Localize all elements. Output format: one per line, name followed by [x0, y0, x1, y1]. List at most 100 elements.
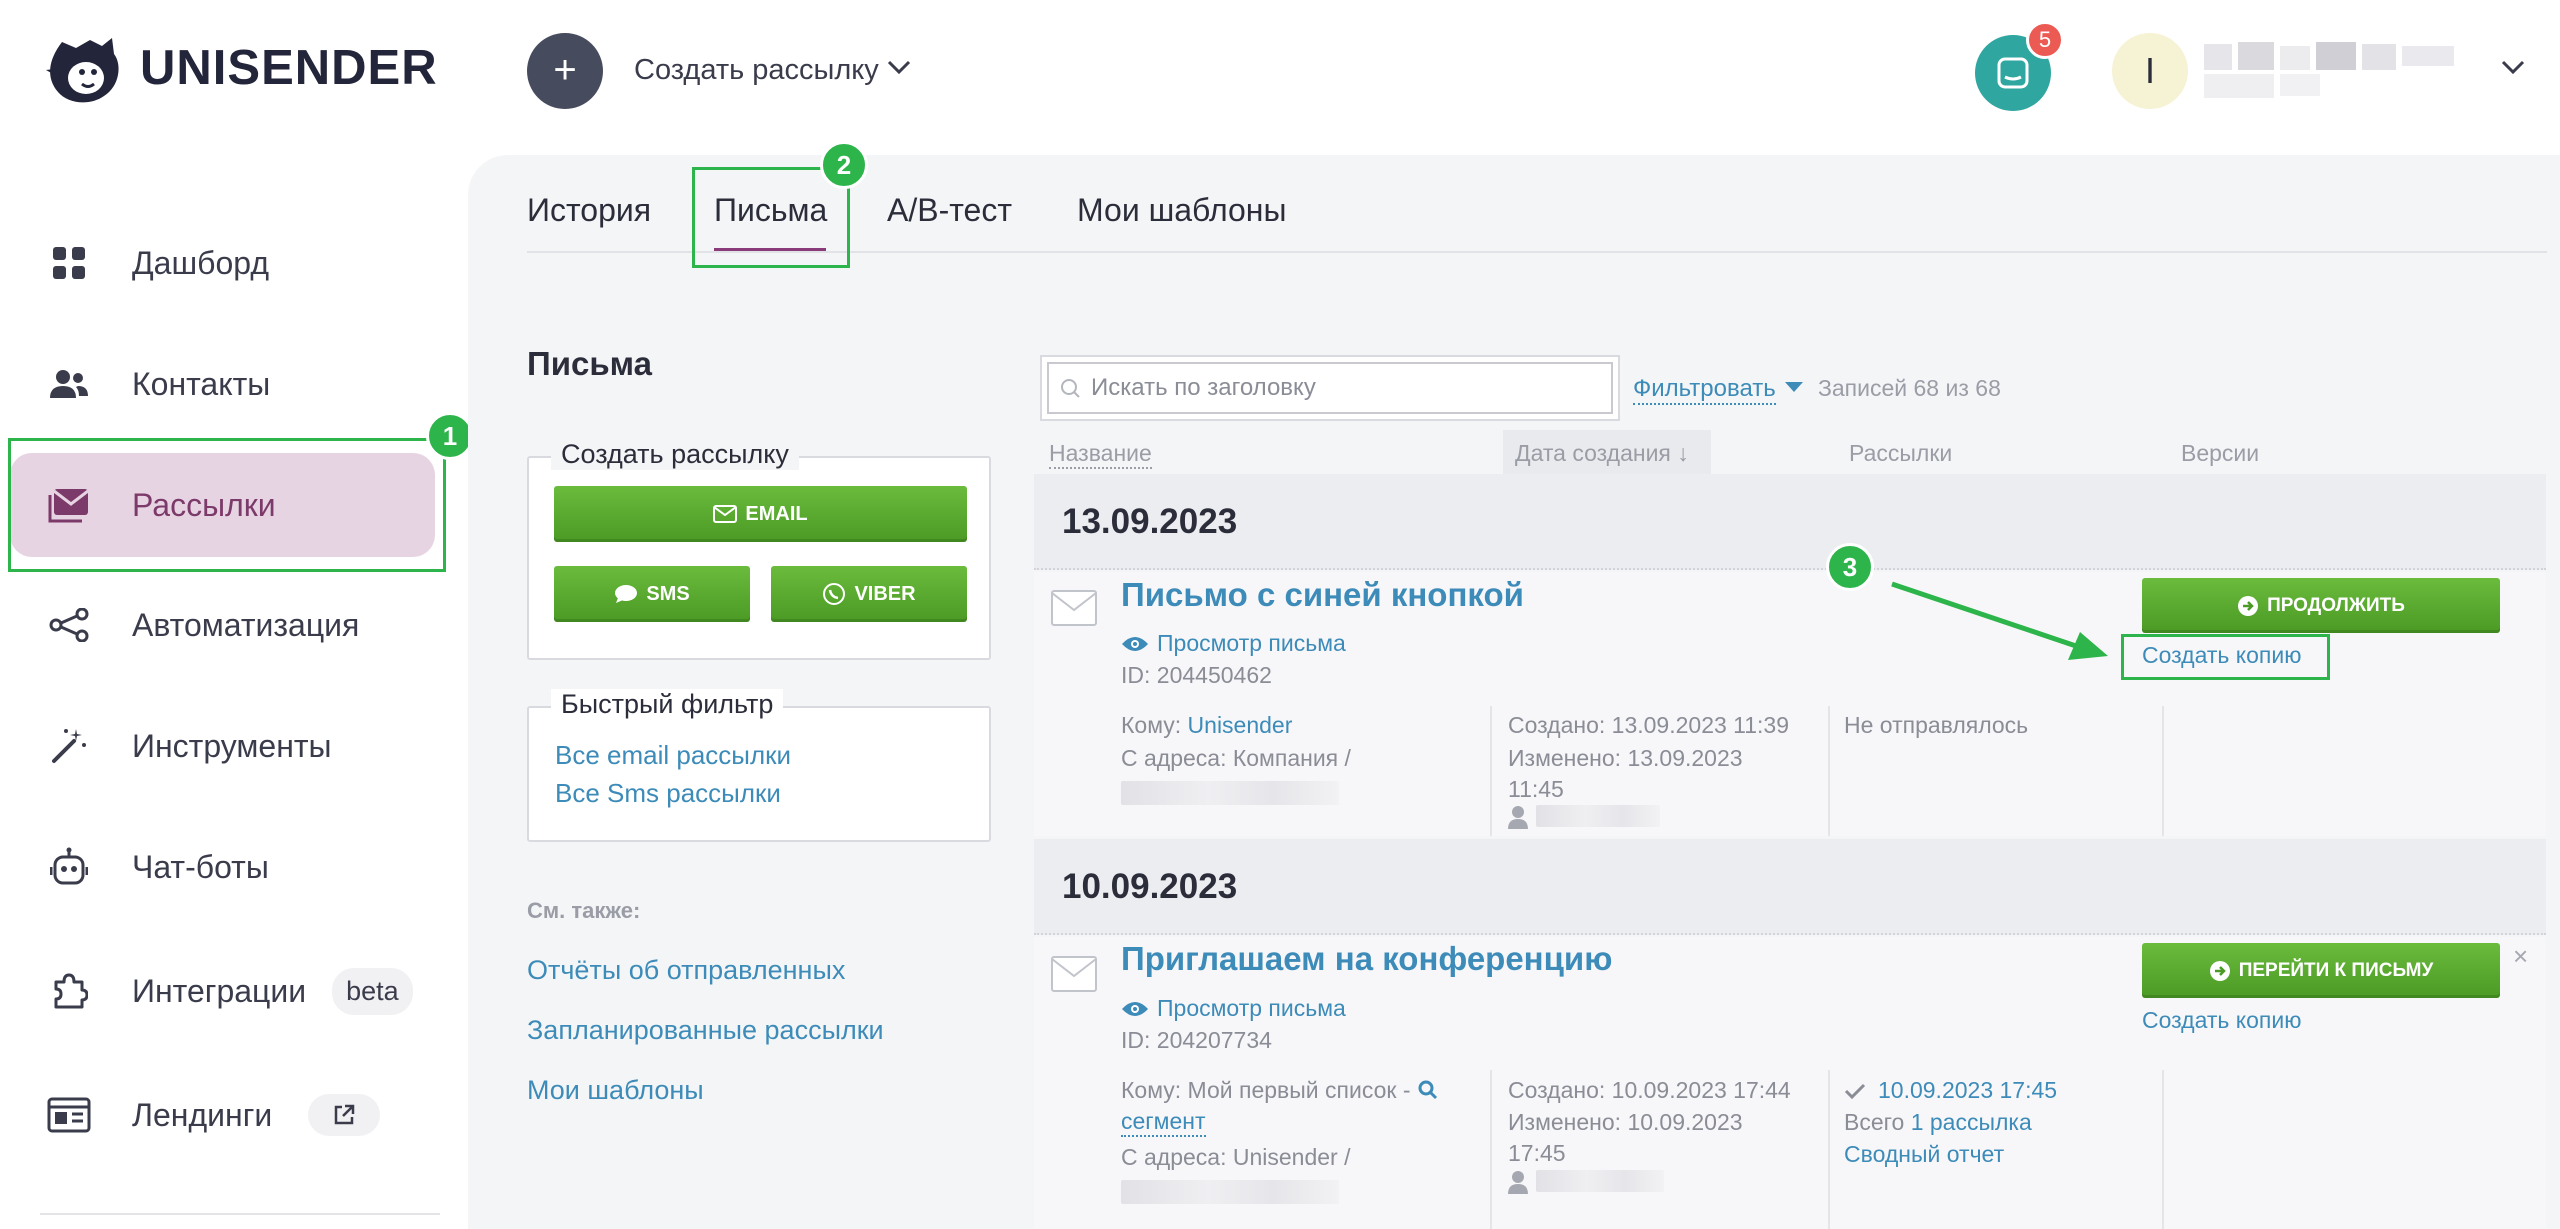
column-header-versions: Версии	[2181, 440, 2260, 466]
sender-address: С адреса: Компания /	[1121, 745, 1351, 771]
avatar[interactable]: I	[2112, 33, 2188, 109]
letter-id: ID: 204450462	[1121, 662, 1272, 688]
logo-text[interactable]: UNISENDER	[140, 40, 438, 96]
preview-letter-label: Просмотр письма	[1157, 995, 1346, 1021]
column-header-mailings: Рассылки	[1849, 440, 1953, 466]
tab-history[interactable]: История	[527, 192, 651, 229]
create-sms-label: SMS	[646, 582, 690, 605]
external-link-icon[interactable]	[308, 1094, 381, 1136]
chevron-down-icon[interactable]	[2500, 58, 2526, 76]
column-divider	[1490, 1070, 1492, 1229]
create-email-button[interactable]: EMAIL	[554, 486, 967, 542]
sender-email-blurred	[1121, 781, 1339, 805]
author-name-blurred	[1536, 805, 1660, 827]
preview-letter-link[interactable]: Просмотр письма	[1121, 995, 1346, 1022]
created-date: Создано: 10.09.2023 17:44	[1508, 1077, 1791, 1103]
sidebar-item-tools[interactable]: Инструменты	[10, 694, 435, 798]
sent-date-link[interactable]: 10.09.2023 17:45	[1878, 1074, 2057, 1107]
records-count: Записей 68 из 68	[1818, 375, 2001, 401]
sent-reports-link[interactable]: Отчёты об отправленных	[527, 955, 845, 986]
column-divider	[1490, 706, 1492, 836]
modified-date: Изменено: 10.09.2023	[1508, 1109, 1743, 1135]
arrow-circle-right-icon	[2238, 595, 2259, 616]
search-icon	[1061, 379, 1080, 398]
group-date: 10.09.2023	[1062, 867, 1238, 906]
total-mailings-line: Всего 1 рассылка	[1844, 1106, 2032, 1139]
user-name-blurred[interactable]	[2200, 40, 2460, 102]
sidebar-item-label: Дашборд	[132, 244, 269, 281]
sidebar-item-landings[interactable]: Лендинги	[10, 1063, 435, 1167]
modified-date: Изменено: 13.09.2023	[1508, 745, 1743, 771]
landing-icon	[46, 1092, 92, 1138]
create-viber-button[interactable]: VIBER	[771, 566, 967, 622]
arrow-circle-right-icon	[2209, 960, 2230, 981]
envelope-icon	[1051, 590, 1097, 626]
sidebar-item-dashboard[interactable]: Дашборд	[10, 211, 435, 315]
close-icon[interactable]: ×	[2513, 941, 2528, 972]
quick-filter-email-link[interactable]: Все email рассылки	[555, 740, 791, 771]
recipient-line: Кому: Unisender	[1121, 709, 1292, 742]
summary-report-link[interactable]: Сводный отчет	[1844, 1138, 2004, 1171]
speech-bubble-icon	[615, 585, 638, 603]
recipient-list-link[interactable]: Unisender	[1188, 712, 1293, 738]
puzzle-icon	[46, 968, 92, 1014]
create-copy-link[interactable]: Создать копию	[2142, 1007, 2301, 1034]
letter-title[interactable]: Письмо с синей кнопкой	[1121, 576, 1524, 614]
sidebar-item-label: Интеграции	[132, 972, 307, 1009]
envelope-icon	[1051, 956, 1097, 992]
search-field[interactable]	[1047, 362, 1613, 414]
search-input[interactable]	[1089, 373, 1589, 403]
letter-title[interactable]: Приглашаем на конференцию	[1121, 940, 1612, 978]
total-mailings-link[interactable]: 1 рассылка	[1911, 1109, 2032, 1135]
eye-icon	[1122, 636, 1148, 651]
recipient-line: Кому: Мой первый список -	[1121, 1074, 1439, 1107]
column-header-name[interactable]: Название	[1049, 440, 1152, 469]
dashboard-icon	[46, 240, 92, 286]
quick-filter-sms-link[interactable]: Все Sms рассылки	[555, 778, 781, 809]
column-divider	[2162, 1070, 2164, 1229]
unisender-logo-icon[interactable]	[42, 34, 124, 106]
segment-link[interactable]: сегмент	[1121, 1107, 1206, 1137]
automation-icon	[46, 602, 92, 648]
annotation-frame-create-copy	[2121, 634, 2330, 680]
scheduled-mailings-link[interactable]: Запланированные рассылки	[527, 1015, 884, 1046]
viber-icon	[823, 583, 846, 605]
group-date: 13.09.2023	[1062, 502, 1238, 541]
sidebar-item-chatbots[interactable]: Чат-боты	[10, 815, 435, 919]
filter-dropdown[interactable]: Фильтровать	[1633, 375, 1776, 405]
continue-label: ПРОДОЛЖИТЬ	[2267, 594, 2405, 616]
page-title: Письма	[527, 345, 652, 382]
contacts-icon	[46, 361, 92, 407]
sidebar-item-integrations[interactable]: Интеграции beta	[10, 939, 435, 1043]
envelope-icon	[713, 505, 738, 523]
notifications-count-badge: 5	[2026, 21, 2064, 59]
annotation-arrow	[1891, 581, 2108, 660]
my-templates-link[interactable]: Мои шаблоны	[527, 1075, 704, 1106]
column-divider	[2162, 706, 2164, 836]
total-label: Всего	[1844, 1109, 1905, 1135]
column-header-created[interactable]: Дата создания ↓	[1515, 440, 1689, 467]
preview-letter-link[interactable]: Просмотр письма	[1121, 630, 1346, 657]
mailing-status: Не отправлялось	[1844, 712, 2029, 738]
chevron-down-icon[interactable]	[886, 58, 912, 76]
create-mailing-box: Создать рассылку EMAIL SMS VIBER	[527, 439, 991, 660]
tab-my-templates[interactable]: Мои шаблоны	[1077, 192, 1286, 229]
create-mailing-plus-button[interactable]: +	[527, 33, 603, 109]
sent-status-line: 10.09.2023 17:45	[1844, 1074, 2057, 1107]
sidebar-item-automation[interactable]: Автоматизация	[10, 573, 435, 677]
create-sms-button[interactable]: SMS	[554, 566, 750, 622]
create-viber-label: VIBER	[854, 582, 916, 605]
annotation-frame-mailings	[8, 438, 446, 572]
continue-button[interactable]: ПРОДОЛЖИТЬ	[2142, 578, 2500, 633]
create-mailing-label[interactable]: Создать рассылку	[634, 54, 879, 87]
go-to-letter-button[interactable]: ПЕРЕЙТИ К ПИСЬМУ	[2142, 943, 2500, 998]
tab-ab-test[interactable]: A/B-тест	[887, 192, 1012, 229]
sidebar-item-contacts[interactable]: Контакты	[10, 332, 435, 436]
user-icon	[1508, 806, 1528, 829]
author-name-blurred	[1536, 1170, 1664, 1192]
checkmark-icon	[1844, 1083, 1866, 1099]
date-group-header: 13.09.2023	[1034, 474, 2546, 570]
caret-down-icon[interactable]	[1785, 382, 1803, 392]
user-icon	[1508, 1171, 1528, 1194]
sidebar-divider	[40, 1213, 440, 1215]
